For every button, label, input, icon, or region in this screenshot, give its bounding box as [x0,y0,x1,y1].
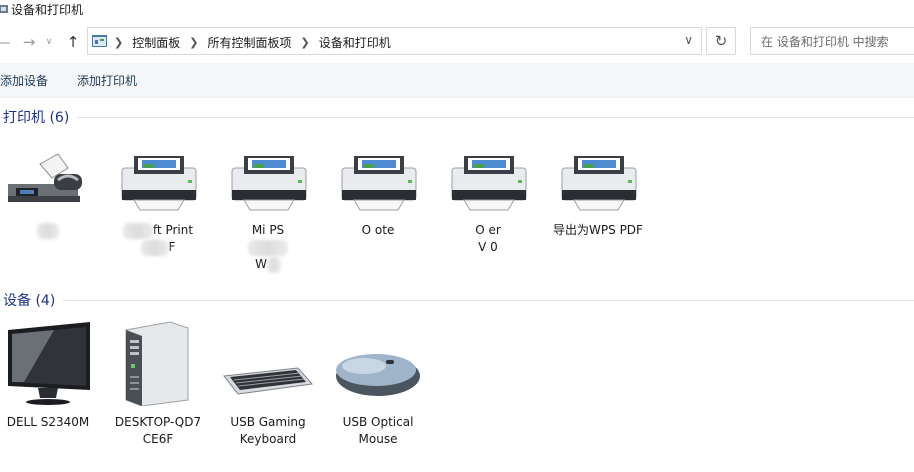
breadcrumb-control-panel[interactable]: 控制面板 [132,34,180,51]
group-divider [0,300,914,301]
printer-label: ft Print F [104,222,212,256]
mouse-icon [336,354,420,396]
printer-icon [341,156,417,211]
printer-label: 导出为WPS PDF [553,223,643,237]
refresh-icon: ↻ [714,32,728,50]
breadcrumb: ❯ 控制面板 ❯ 所有控制面板项 ❯ 设备和打印机 [114,34,391,51]
keyboard-icon [223,367,313,395]
breadcrumb-separator-icon[interactable]: ❯ [114,36,123,49]
devices-printers-icon [0,5,8,13]
devices-group-header[interactable]: 设备 (4) [0,290,914,310]
title-bar: 设备和打印机 [0,0,914,22]
devices-group-title[interactable]: 设备 (4) [3,290,64,310]
printer-icon [231,156,307,211]
breadcrumb-devices-printers[interactable]: 设备和打印机 [319,34,391,51]
forward-arrow-icon: → [22,33,36,51]
computer-tower-icon [125,321,189,407]
printer-label [0,222,102,239]
printer-label: Mi PS W [214,222,322,273]
command-bar: 添加设备 添加打印机 [0,63,914,98]
navigation-bar: — → ∨ ↑ ❯ 控制面板 ❯ 所有控制面板项 ❯ 设备和打印机 ∨ ↻ [0,26,914,58]
device-item-desktop[interactable]: DESKTOP-QD7 CE6F [104,320,212,448]
search-box[interactable] [750,27,914,55]
printer-item-fax[interactable] [0,144,102,239]
printer-item-2[interactable]: ft Print F [104,144,212,256]
add-printer-button[interactable]: 添加打印机 [77,72,137,89]
printer-icon [561,156,637,211]
printer-label: O er V 0 [475,223,501,254]
recent-locations-button[interactable]: ∨ [40,32,58,52]
breadcrumb-all-items[interactable]: 所有控制面板项 [207,34,291,51]
device-item-keyboard[interactable]: USB Gaming Keyboard [214,320,322,448]
up-arrow-icon: ↑ [66,33,80,51]
printer-item-5[interactable]: O er V 0 [434,144,542,256]
printer-item-4[interactable]: O ote [324,144,432,239]
device-item-mouse[interactable]: USB Optical Mouse [324,320,432,448]
fax-icon [8,153,82,202]
device-label: DESKTOP-QD7 CE6F [114,415,202,446]
device-label: DELL S2340M [6,415,90,429]
up-button[interactable]: ↑ [64,32,82,52]
printer-item-3[interactable]: Mi PS W [214,144,322,273]
breadcrumb-separator-icon[interactable]: ❯ [300,36,309,49]
device-label: USB Gaming Keyboard [230,415,306,446]
refresh-button[interactable]: ↻ [706,27,736,55]
address-dropdown-icon[interactable]: ∨ [684,33,693,47]
search-input[interactable] [759,29,913,55]
device-label: USB Optical Mouse [342,415,414,446]
chevron-down-icon: ∨ [45,37,53,47]
device-item-monitor[interactable]: DELL S2340M [0,320,102,431]
printer-icon [121,156,197,211]
printer-icon [451,156,527,211]
forward-button[interactable]: → [20,32,38,52]
monitor-icon [8,322,90,405]
breadcrumb-separator-icon[interactable]: ❯ [189,36,198,49]
back-button[interactable]: — [0,32,12,52]
window-title: 设备和打印机 [11,3,84,17]
control-panel-icon [92,35,107,47]
printers-group-header[interactable]: 打印机 (6) [0,107,914,127]
address-bar[interactable]: ❯ 控制面板 ❯ 所有控制面板项 ❯ 设备和打印机 ∨ [87,27,702,55]
back-arrow-icon: — [0,33,11,51]
printer-label: O ote [361,223,395,237]
printer-item-wps-pdf[interactable]: 导出为WPS PDF [544,144,652,239]
group-divider [0,117,914,118]
add-device-button[interactable]: 添加设备 [0,72,48,89]
printers-group-title[interactable]: 打印机 (6) [3,107,78,127]
